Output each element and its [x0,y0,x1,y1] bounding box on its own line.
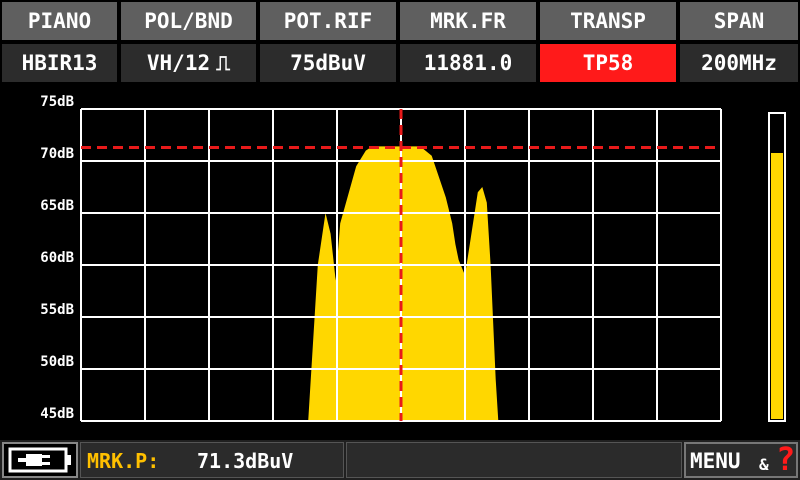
mrk-p-value: 71.3dBuV [197,449,294,473]
ampersand: & [759,455,769,474]
level-bar-fill [771,152,783,419]
battery-plug-icon [8,447,71,473]
battery-box [2,442,78,478]
mrk-p-label: MRK.P: [87,449,160,473]
menu-help-button[interactable]: MENU & ? [684,440,798,478]
footer-bar: MRK.P: 71.3dBuV MENU & ? [0,440,800,480]
level-bar [768,112,786,422]
marker-power-box: MRK.P: 71.3dBuV [80,442,344,478]
status-box [346,442,682,478]
menu-label: MENU [690,449,741,473]
spectrum-plot[interactable] [0,0,800,480]
help-icon: ? [776,440,796,478]
